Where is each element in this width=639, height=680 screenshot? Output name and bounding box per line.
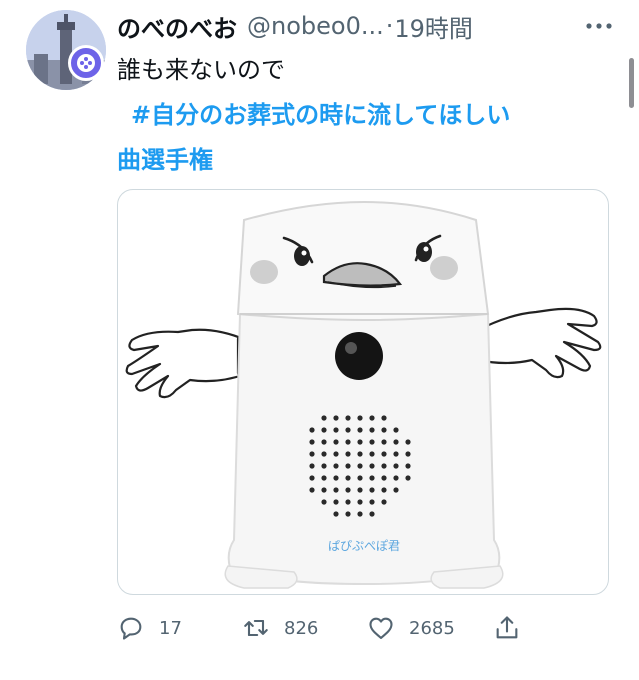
speaker-hole — [381, 427, 387, 433]
retweet-icon — [242, 614, 270, 642]
speaker-hole — [393, 487, 399, 493]
action-bar: 17 826 2685 — [117, 608, 537, 648]
speaker-hole — [405, 451, 411, 457]
speaker-hole — [369, 499, 375, 505]
speaker-hole — [321, 463, 327, 469]
speaker-hole — [381, 451, 387, 457]
speaker-hole — [345, 475, 351, 481]
hashtag-link[interactable]: #自分のお葬式の時に流してほしい — [117, 93, 617, 138]
speaker-hole — [321, 439, 327, 445]
retweet-button[interactable]: 826 — [242, 608, 318, 648]
speaker-hole — [333, 415, 339, 421]
reply-count: 17 — [159, 617, 182, 639]
timestamp[interactable]: 19時間 — [394, 9, 473, 44]
speaker-hole — [345, 499, 351, 505]
speaker-hole — [345, 511, 351, 517]
right-hand — [472, 307, 602, 379]
speaker-hole — [369, 475, 375, 481]
speaker-hole — [309, 451, 315, 457]
speaker-hole — [309, 427, 315, 433]
like-button[interactable]: 2685 — [367, 608, 455, 648]
speaker-hole — [381, 499, 387, 505]
speaker-hole — [321, 499, 327, 505]
reply-button[interactable]: 17 — [117, 608, 182, 648]
speaker-hole — [369, 439, 375, 445]
speaker-mascot-image: ぱぴぷぺぽ君 — [125, 200, 602, 589]
speaker-hole — [357, 463, 363, 469]
speaker-hole — [345, 487, 351, 493]
speaker-hole — [393, 427, 399, 433]
like-count: 2685 — [409, 617, 455, 639]
speaker-hole — [405, 463, 411, 469]
speaker-hole — [345, 415, 351, 421]
speaker-hole — [321, 451, 327, 457]
speaker-hole — [345, 427, 351, 433]
speaker-hole — [309, 463, 315, 469]
speaker-hole — [357, 427, 363, 433]
avatar-badge-icon — [68, 45, 104, 81]
tweet-text: 誰も来ないので #自分のお葬式の時に流してほしい 曲選手権 — [117, 48, 617, 183]
speaker-hole — [357, 511, 363, 517]
speaker-hole — [321, 475, 327, 481]
speaker-hole — [309, 475, 315, 481]
speaker-hole — [333, 499, 339, 505]
tweet-header: のべのべお @nobeo0... · 19時間 — [117, 6, 587, 46]
speaker-hole — [393, 463, 399, 469]
speaker-hole — [357, 475, 363, 481]
speaker-hole — [345, 439, 351, 445]
speaker-hole — [333, 511, 339, 517]
speaker-hole — [381, 487, 387, 493]
speaker-hole — [369, 487, 375, 493]
speaker-hole — [333, 439, 339, 445]
speaker-hole — [333, 427, 339, 433]
left-hand — [125, 328, 250, 399]
mascot-button — [335, 332, 383, 380]
user-handle[interactable]: @nobeo0... — [247, 12, 384, 40]
speaker-hole — [369, 511, 375, 517]
speaker-hole — [309, 487, 315, 493]
speaker-hole — [405, 475, 411, 481]
share-icon — [493, 614, 521, 642]
speaker-hole — [309, 439, 315, 445]
hashtag-link-continued[interactable]: 曲選手権 — [117, 138, 617, 183]
speaker-hole — [333, 475, 339, 481]
heart-icon — [367, 614, 395, 642]
speaker-hole — [381, 415, 387, 421]
scrollbar[interactable] — [629, 58, 634, 108]
speaker-hole — [345, 463, 351, 469]
speaker-hole — [357, 439, 363, 445]
speaker-hole — [393, 439, 399, 445]
separator-dot: · — [385, 12, 394, 40]
speaker-label: ぱぴぷぺぽ君 — [328, 539, 400, 553]
speaker-hole — [369, 463, 375, 469]
speaker-hole — [369, 427, 375, 433]
speaker-hole — [357, 499, 363, 505]
retweet-count: 826 — [284, 617, 319, 639]
speaker-hole — [333, 487, 339, 493]
speaker-hole — [381, 463, 387, 469]
tweet-text-line: 誰も来ないので — [117, 56, 285, 84]
speaker-hole — [393, 475, 399, 481]
speaker-hole — [369, 451, 375, 457]
speaker-hole — [345, 451, 351, 457]
share-button[interactable] — [493, 608, 521, 648]
speaker-hole — [321, 487, 327, 493]
speaker-hole — [333, 463, 339, 469]
speaker-hole — [381, 475, 387, 481]
speaker-hole — [333, 451, 339, 457]
speaker-hole — [381, 439, 387, 445]
reply-icon — [117, 614, 145, 642]
speaker-hole — [321, 427, 327, 433]
display-name[interactable]: のべのべお — [117, 9, 237, 44]
speaker-hole — [369, 415, 375, 421]
speaker-hole — [357, 415, 363, 421]
speaker-hole — [405, 439, 411, 445]
tweet-image[interactable]: ぱぴぷぺぽ君 — [117, 189, 609, 595]
more-options-icon[interactable] — [582, 12, 616, 40]
speaker-hole — [321, 415, 327, 421]
speaker-hole — [393, 451, 399, 457]
speaker-hole — [357, 487, 363, 493]
speaker-hole — [357, 451, 363, 457]
